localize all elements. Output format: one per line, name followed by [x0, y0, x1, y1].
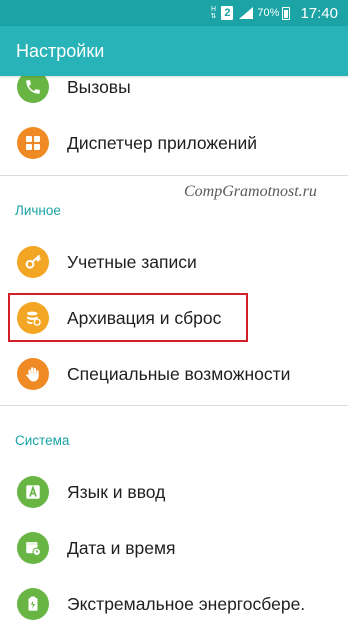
clock: 17:40	[300, 4, 338, 22]
settings-item-accessibility[interactable]: Специальные возможности	[0, 349, 348, 399]
power-saving-icon	[17, 588, 49, 620]
settings-item-label: Дата и время	[67, 537, 176, 558]
settings-item-label: Учетные записи	[67, 251, 197, 272]
section-divider	[0, 175, 348, 176]
apps-grid-icon	[17, 127, 49, 159]
settings-item-power-saving[interactable]: Экстремальное энергосбере.	[0, 579, 348, 629]
key-icon	[17, 246, 49, 278]
sim-icon: 2	[221, 6, 234, 20]
settings-item-label: Диспетчер приложений	[67, 132, 258, 153]
settings-item-label: Язык и ввод	[67, 481, 166, 502]
section-divider	[0, 405, 348, 406]
battery-percent: 70%	[257, 7, 280, 19]
app-bar: Настройки	[0, 26, 348, 76]
settings-item-label: Экстремальное энергосбере.	[67, 593, 306, 614]
settings-item-date-time[interactable]: Дата и время	[0, 523, 348, 573]
settings-item-app-manager[interactable]: Диспетчер приложений	[0, 118, 348, 168]
watermark: CompGramotnost.ru	[184, 183, 317, 200]
hand-icon	[17, 358, 49, 390]
language-icon	[17, 476, 49, 508]
settings-item-label: Вызовы	[67, 76, 131, 97]
section-header-personal: Личное	[15, 203, 61, 218]
settings-item-label: Специальные возможности	[67, 363, 291, 384]
section-header-system: Система	[15, 433, 70, 448]
battery-icon	[282, 6, 291, 20]
signal-icon	[239, 7, 254, 19]
calendar-clock-icon	[17, 532, 49, 564]
page-title: Настройки	[16, 40, 105, 61]
status-bar: H ⇅ 2 70% 17:40	[0, 0, 348, 26]
network-indicator: H ⇅	[211, 6, 217, 20]
settings-item-language-input[interactable]: Язык и ввод	[0, 467, 348, 517]
highlight-box	[8, 293, 248, 342]
settings-item-accounts[interactable]: Учетные записи	[0, 237, 348, 287]
network-arrows: ⇅	[210, 12, 217, 20]
